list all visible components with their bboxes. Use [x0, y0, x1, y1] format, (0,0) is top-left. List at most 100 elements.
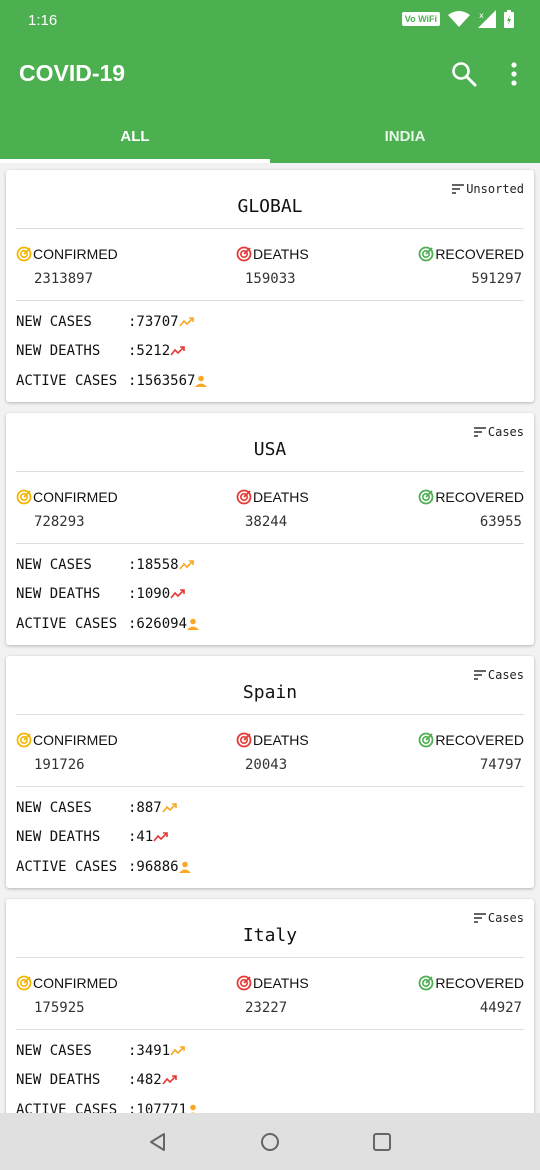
confirmed-icon [16, 732, 32, 748]
new-deaths-label: NEW DEATHS [16, 829, 101, 845]
sort-icon [473, 913, 486, 923]
new-deaths-label: NEW DEATHS [16, 586, 101, 602]
country-list[interactable]: Unsorted GLOBAL CONFIRMED 2313897 DEATHS 1590… [0, 163, 540, 1113]
status-time: 1:16 [28, 12, 58, 29]
recovered-icon [418, 246, 434, 262]
confirmed-label: CONFIRMED [33, 732, 118, 748]
sort-button[interactable]: Cases [473, 668, 524, 682]
active-cases-value: :626094 [128, 616, 188, 632]
divider [16, 1029, 524, 1030]
new-deaths-row: NEW DEATHS:5212 [16, 343, 186, 359]
overflow-menu-icon[interactable] [502, 60, 526, 88]
tab-all[interactable]: ALL [0, 112, 270, 163]
new-cases-row: NEW CASES:3491 [16, 1043, 186, 1059]
tab-india-label: INDIA [384, 128, 426, 145]
country-name: GLOBAL [237, 196, 303, 217]
deaths-label: DEATHS [253, 489, 309, 505]
recovered-label: RECOVERED [435, 489, 524, 505]
svg-text:x: x [479, 11, 484, 20]
new-deaths-value: :5212 [128, 343, 171, 359]
battery-icon [504, 10, 514, 28]
new-cases-value: :18558 [128, 557, 179, 573]
country-card[interactable]: Cases USA CONFIRMED 728293 DEATHS 38244 RECOVE… [6, 413, 534, 645]
divider [16, 300, 524, 301]
back-icon[interactable] [148, 1132, 168, 1152]
vowifi-badge: Vo WiFi [401, 12, 440, 26]
deaths-icon [236, 246, 252, 262]
country-card[interactable]: Unsorted GLOBAL CONFIRMED 2313897 DEATHS 1590… [6, 170, 534, 402]
confirmed-label: CONFIRMED [33, 489, 118, 505]
confirmed-icon [16, 246, 32, 262]
search-icon[interactable] [450, 60, 478, 88]
person-icon [190, 1104, 196, 1113]
deaths-stat: DEATHS 23227 [236, 975, 309, 1016]
deaths-value: 23227 [245, 1000, 288, 1016]
confirmed-icon [16, 489, 32, 505]
recovered-value: 74797 [479, 757, 522, 773]
recovered-icon [418, 975, 434, 991]
deaths-label: DEATHS [253, 246, 309, 262]
sort-label: Cases [487, 425, 524, 439]
active-cases-label: ACTIVE CASES [16, 616, 118, 632]
tab-bar: ALL INDIA [0, 112, 540, 163]
country-name: Spain [242, 682, 298, 703]
new-deaths-value: :1090 [128, 586, 171, 602]
sort-button[interactable]: Unsorted [452, 182, 524, 196]
deaths-stat: DEATHS 20043 [236, 732, 309, 773]
new-cases-label: NEW CASES [16, 1043, 92, 1059]
deaths-value: 38244 [245, 514, 288, 530]
country-name: USA [253, 439, 287, 460]
new-cases-label: NEW CASES [16, 314, 92, 330]
navigation-bar [0, 1113, 540, 1170]
signal-icon: x [478, 10, 496, 28]
person-icon [187, 618, 200, 630]
trending-up-icon [170, 1046, 185, 1056]
recovered-stat: RECOVERED 44927 [418, 975, 524, 1016]
sort-icon [473, 427, 486, 437]
active-cases-label: ACTIVE CASES [16, 1102, 118, 1113]
home-icon[interactable] [260, 1132, 280, 1152]
deaths-stat: DEATHS 38244 [236, 489, 309, 530]
active-cases-row: ACTIVE CASES:96886 [16, 859, 191, 875]
new-cases-label: NEW CASES [16, 557, 92, 573]
recents-icon[interactable] [372, 1132, 392, 1152]
active-cases-value: :96886 [128, 859, 179, 875]
recovered-value: 63955 [479, 514, 522, 530]
confirmed-label: CONFIRMED [33, 246, 118, 262]
deaths-icon [236, 732, 252, 748]
deaths-stat: DEATHS 159033 [236, 246, 309, 287]
divider [16, 471, 524, 472]
country-card[interactable]: Cases Spain CONFIRMED 191726 DEATHS 20043 RECO… [6, 656, 534, 888]
status-bar: 1:16 Vo WiFi x [0, 0, 540, 42]
confirmed-stat: CONFIRMED 2313897 [16, 246, 118, 287]
sort-button[interactable]: Cases [473, 911, 524, 925]
new-deaths-value: :41 [128, 829, 154, 845]
recovered-stat: RECOVERED 74797 [418, 732, 524, 773]
tab-india[interactable]: INDIA [270, 112, 540, 163]
country-card[interactable]: Cases Italy CONFIRMED 175925 DEATHS 23227 RECO… [6, 899, 534, 1113]
confirmed-value: 191726 [34, 757, 85, 773]
sort-icon [452, 184, 465, 194]
status-icons: Vo WiFi x [401, 10, 514, 28]
confirmed-stat: CONFIRMED 191726 [16, 732, 118, 773]
confirmed-value: 728293 [34, 514, 85, 530]
person-icon [195, 375, 208, 387]
active-cases-row: ACTIVE CASES :626094 [16, 616, 200, 632]
sort-icon [473, 670, 486, 680]
recovered-value: 591297 [471, 271, 522, 287]
sort-button[interactable]: Cases [473, 425, 524, 439]
recovered-label: RECOVERED [435, 732, 524, 748]
trending-up-icon [162, 803, 177, 813]
deaths-value: 20043 [245, 757, 288, 773]
new-cases-row: NEW CASES:887 [16, 800, 178, 816]
trending-up-red-icon [162, 1075, 177, 1085]
trending-up-red-icon [170, 589, 185, 599]
country-name: Italy [242, 925, 298, 946]
confirmed-value: 175925 [34, 1000, 85, 1016]
confirmed-icon [16, 975, 32, 991]
recovered-label: RECOVERED [435, 246, 524, 262]
recovered-stat: RECOVERED 63955 [418, 489, 524, 530]
trending-up-icon [178, 317, 194, 327]
divider [16, 786, 524, 787]
new-deaths-row: NEW DEATHS :1090 [16, 586, 186, 602]
